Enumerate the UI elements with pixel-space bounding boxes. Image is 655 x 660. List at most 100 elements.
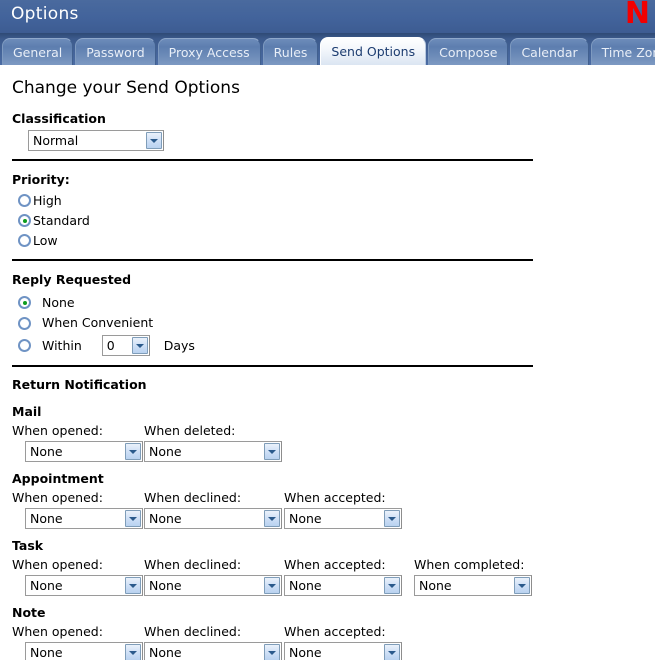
notification-select[interactable]: None [25,507,143,529]
chevron-down-icon[interactable] [125,576,141,594]
classification-value: Normal [33,133,79,148]
tab-rules[interactable]: Rules [262,38,319,65]
priority-option-high[interactable]: High [18,190,655,210]
within-days-select[interactable]: 0 [101,335,150,356]
reply-option-within-label: Within [41,337,82,353]
chevron-down-icon[interactable] [384,576,400,594]
radio-icon[interactable] [18,194,31,207]
reply-requested-section: Reply Requested None When Convenient Wit… [12,272,655,357]
priority-option-label: Standard [33,213,90,228]
field-label: When opened: [12,623,103,639]
field-label: When completed: [414,556,525,572]
field-label: When opened: [12,556,103,572]
chevron-down-icon[interactable] [125,643,141,660]
notification-select-value: None [30,644,63,660]
window-title: Options [11,4,79,24]
notification-select-value: None [149,510,182,526]
tab-time-zone[interactable]: Time Zone [590,38,655,65]
notification-select-value: None [289,510,322,526]
radio-icon[interactable] [18,234,31,247]
tab-send-options[interactable]: Send Options [320,37,427,65]
chevron-down-icon[interactable] [264,576,280,594]
radio-icon[interactable] [18,214,31,227]
reply-option-none[interactable]: None [18,292,655,313]
reply-option-when-convenient[interactable]: When Convenient [18,313,655,334]
notification-select[interactable]: None [284,641,402,660]
chevron-down-icon[interactable] [131,337,148,354]
reply-option-when-convenient-label: When Convenient [41,315,154,330]
reply-requested-label: Reply Requested [12,272,132,287]
notification-select[interactable]: None [144,574,282,596]
notification-select[interactable]: None [144,440,282,462]
options-page: Options N General Password Proxy Access Rul… [0,0,655,660]
divider-3 [12,364,533,367]
main-content: Change your Send Options Classification … [0,78,655,660]
tab-label: General [13,45,63,60]
notification-select-value: None [289,577,322,593]
radio-icon[interactable] [18,316,31,330]
notification-group-note: Note When opened: None When declined: None Wh… [12,605,655,660]
field-label: When declined: [144,623,242,639]
chevron-down-icon[interactable] [514,576,530,594]
priority-label: Priority: [12,172,70,187]
chevron-down-icon[interactable] [146,132,162,149]
tab-proxy-access[interactable]: Proxy Access [157,38,261,65]
radio-icon[interactable] [18,296,31,309]
notification-select[interactable]: None [284,574,402,596]
classification-select[interactable]: Normal [28,130,164,151]
tab-password[interactable]: Password [75,38,156,65]
chevron-down-icon[interactable] [264,643,280,660]
divider-1 [12,159,533,161]
group-name: Task [12,537,44,553]
notification-select[interactable]: None [25,574,143,596]
chevron-down-icon[interactable] [125,509,141,527]
notification-select[interactable]: None [25,440,143,462]
notification-select-value: None [30,577,63,593]
tab-label: Calendar [521,45,578,60]
tab-bar: General Password Proxy Access Rules Send Opt… [0,33,655,65]
reply-option-none-label: None [41,294,75,310]
notification-select-value: None [149,443,182,459]
tab-calendar[interactable]: Calendar [510,38,589,65]
group-name: Note [12,604,46,620]
days-label: Days [163,337,195,353]
field-label: When accepted: [284,556,386,572]
page-title: Change your Send Options [12,78,240,98]
priority-option-label: Low [33,233,58,248]
notification-group-appointment: Appointment When opened: None When declined… [12,471,655,538]
tab-label: Password [86,45,145,60]
classification-label: Classification [12,111,106,126]
novell-logo-icon: N [624,0,650,31]
chevron-down-icon[interactable] [264,509,280,527]
notification-select[interactable]: None [144,641,282,660]
chevron-down-icon[interactable] [125,442,141,460]
tab-general[interactable]: General [2,38,74,65]
return-notification-section: Return Notification Mail When opened: None… [12,377,655,660]
notification-select-value: None [30,510,63,526]
notification-group-mail: Mail When opened: None When deleted: None [12,404,655,471]
tab-label: Time Zone [601,45,655,60]
notification-select-value: None [419,577,452,593]
notification-select[interactable]: None [414,574,532,596]
chevron-down-icon[interactable] [384,509,400,527]
field-label: When accepted: [284,623,386,639]
radio-icon[interactable] [18,339,31,352]
reply-option-within[interactable]: Within 0 Days [18,334,655,357]
priority-option-label: High [33,193,62,208]
chevron-down-icon[interactable] [384,643,400,660]
notification-select[interactable]: None [144,507,282,529]
divider-2 [12,259,533,261]
notification-select-value: None [30,443,63,459]
field-label: When declined: [144,556,242,572]
priority-option-low[interactable]: Low [18,230,655,250]
within-days-value: 0 [106,338,115,353]
notification-select-value: None [289,644,322,660]
tab-compose[interactable]: Compose [428,38,509,65]
title-bar: Options N [0,0,655,33]
field-label: When deleted: [144,422,236,438]
notification-select[interactable]: None [284,507,402,529]
notification-select[interactable]: None [25,641,143,660]
tab-label: Send Options [331,44,416,59]
priority-option-standard[interactable]: Standard [18,210,655,230]
chevron-down-icon[interactable] [264,442,280,460]
